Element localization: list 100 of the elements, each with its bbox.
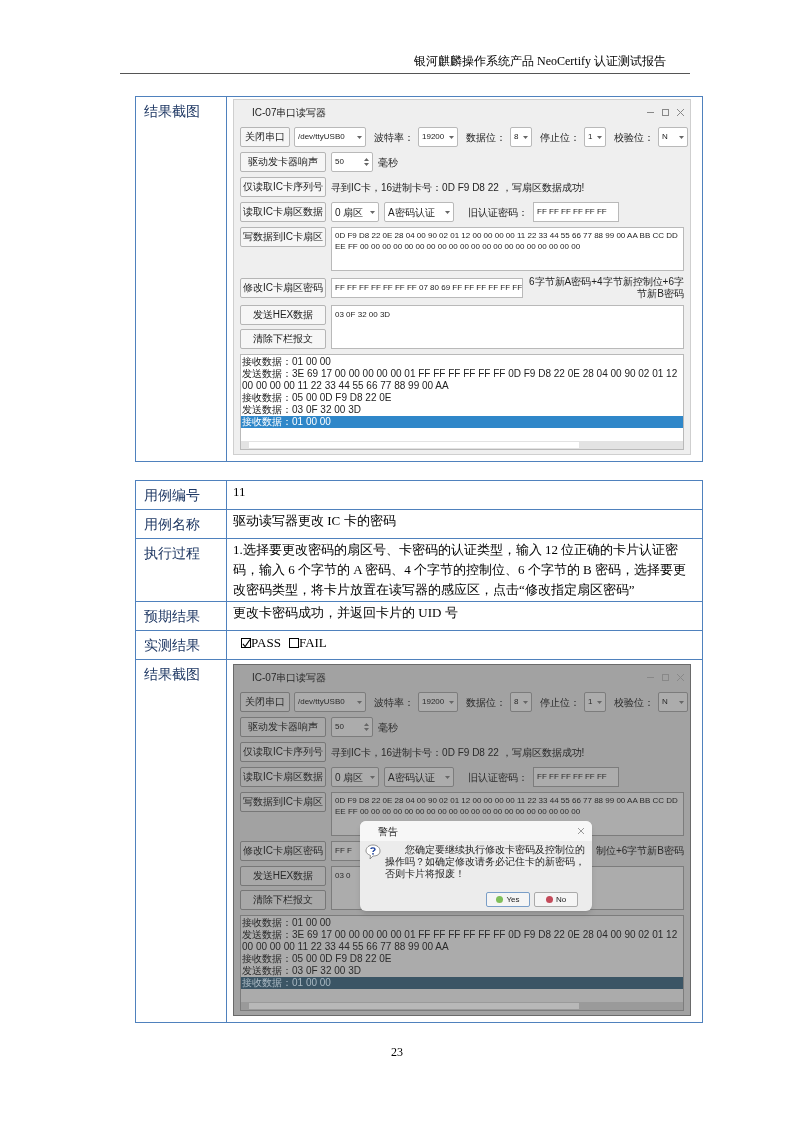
stop-bits-dropdown[interactable]: 1 (584, 692, 606, 712)
change-password-button[interactable]: 修改IC卡扇区密码 (240, 841, 326, 861)
old-password-field[interactable]: FF FF FF FF FF FF (533, 202, 619, 222)
checkbox-label: PASS (251, 634, 281, 653)
caret-icon (445, 775, 450, 779)
row-label: 预期结果 (144, 608, 200, 624)
caret-icon (449, 135, 454, 139)
page-header: 银河麒麟操作系统产品 NeoCertify 认证测试报告 (414, 53, 666, 70)
checkbox[interactable] (288, 638, 299, 648)
old-password-label: 旧认证密码： (468, 770, 528, 785)
data-bits-dropdown[interactable]: 8 (510, 127, 532, 147)
hex-data-field[interactable]: 03 0F 32 00 3D (331, 305, 684, 349)
close-icon[interactable] (578, 828, 584, 834)
page-number: 23 (391, 1044, 403, 1061)
read-serial-button[interactable]: 仅读取IC卡序列号 (240, 177, 326, 197)
close-icon[interactable] (677, 109, 684, 116)
window-title: IC-07串口读写器 (252, 106, 327, 120)
caret-icon (357, 135, 362, 139)
port-dropdown[interactable]: /dev/ttyUSB0 (294, 127, 366, 147)
log-line[interactable]: 发送数据：3E 69 17 00 00 00 00 00 01 FF FF FF FF FF FF 0D F9 D8 22 0E 28 04 00 90 02 01 12 00 00 00 00 11 22 33 44 55 66 77 88 99 00 AA (241, 368, 683, 392)
unit-label: 毫秒 (378, 155, 398, 170)
window-title: IC-07串口读写器 (252, 671, 327, 685)
old-password-field[interactable]: FF FF FF FF FF FF (533, 767, 619, 787)
caret-icon (523, 135, 528, 139)
old-password-label: 旧认证密码： (468, 205, 528, 220)
parity-dropdown[interactable]: N (658, 127, 688, 147)
row-label: 用例名称 (144, 516, 200, 532)
data-bits-label: 数据位： (466, 695, 506, 710)
baud-label: 波特率： (374, 130, 414, 145)
beep-duration-field[interactable]: 50 (331, 152, 373, 172)
close-port-button[interactable]: 关闭串口 (240, 127, 290, 147)
clear-log-button[interactable]: 清除下栏报文 (240, 890, 326, 910)
beep-duration-field[interactable]: 50 (331, 717, 373, 737)
read-serial-button[interactable]: 仅读取IC卡序列号 (240, 742, 326, 762)
clear-log-button[interactable]: 清除下栏报文 (240, 329, 326, 349)
dialog-message: 您确定要继续执行修改卡密码及控制位的操作吗？如确定修改请务必记住卡的新密码，否则卡片将报废！ (385, 844, 586, 880)
caret-icon (597, 700, 602, 704)
change-password-button[interactable]: 修改IC卡扇区密码 (240, 278, 326, 298)
new-password-field[interactable]: FF FF FF FF FF FF FF 07 80 69 FF FF FF FF FF FF (331, 278, 523, 298)
question-bubble-icon (365, 844, 381, 860)
dialog-title: 警告 (378, 824, 398, 839)
data-bits-label: 数据位： (466, 130, 506, 145)
row-label: 执行过程 (144, 545, 200, 561)
parity-label: 校验位： (614, 695, 654, 710)
no-button[interactable]: No (534, 892, 578, 907)
close-port-button[interactable]: 关闭串口 (240, 692, 290, 712)
log-line[interactable]: 发送数据：03 0F 32 00 3D (241, 404, 683, 416)
beep-button[interactable]: 驱动发卡器响声 (240, 152, 326, 172)
write-sector-button[interactable]: 写数据到IC卡扇区 (240, 792, 326, 812)
log-line[interactable]: 接收数据：01 00 00 (241, 356, 683, 368)
baud-dropdown[interactable]: 19200 (418, 127, 458, 147)
auth-dropdown[interactable]: A密码认证 (384, 202, 454, 222)
sector-dropdown[interactable]: 0 扇区 (331, 767, 379, 787)
caret-icon (679, 700, 684, 704)
maximize-icon[interactable] (662, 109, 669, 116)
spin-arrows-icon[interactable] (364, 722, 369, 732)
password-hint: 6字节新A密码+4字节新控制位+6字节新B密码 (528, 276, 684, 300)
send-hex-button[interactable]: 发送HEX数据 (240, 866, 326, 886)
auth-dropdown[interactable]: A密码认证 (384, 767, 454, 787)
horizontal-scrollbar[interactable] (241, 441, 683, 449)
caret-icon (370, 775, 375, 779)
write-sector-button[interactable]: 写数据到IC卡扇区 (240, 227, 326, 247)
log-line[interactable]: 发送数据：3E 69 17 00 00 00 00 00 01 FF FF FF FF FF FF 0D F9 D8 22 0E 28 04 00 90 02 01 12 00 00 00 00 11 22 33 44 55 66 77 88 99 00 AA (241, 929, 683, 953)
send-hex-button[interactable]: 发送HEX数据 (240, 305, 326, 325)
sector-dropdown[interactable]: 0 扇区 (331, 202, 379, 222)
caret-icon (357, 700, 362, 704)
checkbox[interactable] (241, 638, 251, 648)
maximize-icon[interactable] (662, 674, 669, 681)
row-label: 实测结果 (144, 637, 200, 653)
port-dropdown[interactable]: /dev/ttyUSB0 (294, 692, 366, 712)
row-value: 11 (233, 483, 247, 501)
beep-button[interactable]: 驱动发卡器响声 (240, 717, 326, 737)
read-sector-button[interactable]: 读取IC卡扇区数据 (240, 767, 326, 787)
caret-icon (523, 700, 528, 704)
unit-label: 毫秒 (378, 720, 398, 735)
caret-icon (370, 210, 375, 214)
log-line[interactable]: 接收数据：05 00 0D F9 D8 22 0E (241, 953, 683, 965)
data-bits-dropdown[interactable]: 8 (510, 692, 532, 712)
log-line[interactable]: 发送数据：03 0F 32 00 3D (241, 965, 683, 977)
caret-icon (449, 700, 454, 704)
row-value: 驱动读写器更改 IC 卡的密码 (233, 512, 397, 530)
close-icon[interactable] (677, 674, 684, 681)
stop-bits-label: 停止位： (540, 130, 580, 145)
yes-button[interactable]: Yes (486, 892, 530, 907)
caret-icon (597, 135, 602, 139)
log-line[interactable]: 接收数据：05 00 0D F9 D8 22 0E (241, 392, 683, 404)
row-label: 结果截图 (144, 666, 200, 682)
baud-dropdown[interactable]: 19200 (418, 692, 458, 712)
spin-arrows-icon[interactable] (364, 157, 369, 167)
parity-label: 校验位： (614, 130, 654, 145)
parity-dropdown[interactable]: N (658, 692, 688, 712)
row-label: 结果截图 (144, 103, 200, 119)
row-label: 用例编号 (144, 487, 200, 503)
stop-bits-dropdown[interactable]: 1 (584, 127, 606, 147)
log-line[interactable]: 接收数据：01 00 00 (241, 917, 683, 929)
horizontal-scrollbar[interactable] (241, 1002, 683, 1010)
row-value: 更改卡密码成功，并返回卡片的 UID 号 (233, 604, 459, 622)
sector-data-field[interactable]: 0D F9 D8 22 0E 28 04 00 90 02 01 12 00 00 00 00 11 22 33 44 55 66 77 88 99 00 AA BB CC DD EE FF 00 00 00 00 00 00 00 00 00 00 00 00 00 00 00 00 00 00 00 00 (331, 227, 684, 271)
stop-bits-label: 停止位： (540, 695, 580, 710)
read-sector-button[interactable]: 读取IC卡扇区数据 (240, 202, 326, 222)
